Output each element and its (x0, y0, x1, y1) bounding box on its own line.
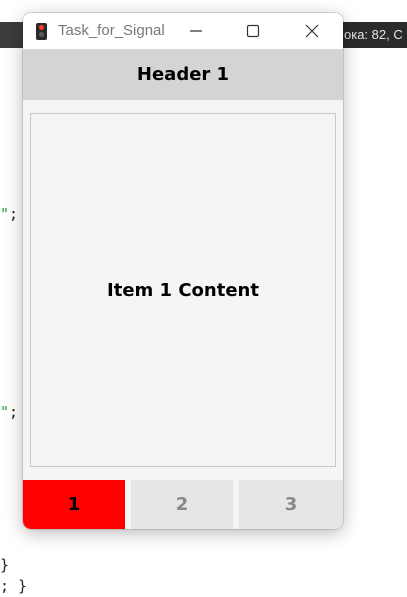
code-line: } (0, 556, 9, 574)
tab-3[interactable]: 3 (239, 480, 343, 529)
content-text: Item 1 Content (107, 279, 259, 301)
code-rest: } (0, 556, 10, 574)
tab-1[interactable]: 1 (23, 480, 125, 529)
code-string: " (0, 205, 10, 223)
code-rest: ; (9, 403, 19, 421)
code-rest: ; } (0, 577, 28, 595)
title-bar[interactable]: Task_for_Signal (23, 13, 343, 49)
tab-bar: 1 2 3 (23, 480, 343, 529)
code-line: "; (0, 205, 18, 223)
minimize-button[interactable] (173, 13, 219, 49)
content-panel: Item 1 Content (30, 113, 336, 467)
code-line: "; (0, 403, 18, 421)
page-header: Header 1 (23, 49, 343, 100)
maximize-button[interactable] (230, 13, 276, 49)
traffic-light-icon (36, 23, 47, 40)
maximize-icon (246, 24, 260, 38)
code-line: ; } (0, 577, 27, 595)
window-title: Task_for_Signal (58, 22, 165, 39)
app-window: Task_for_Signal Header 1 Item 1 Content … (23, 13, 343, 529)
minimize-icon (190, 30, 202, 32)
close-icon (305, 24, 319, 38)
editor-status-text: ока: 82, С (342, 22, 407, 48)
desktop: ока: 82, С "; "; } ; } Task_for_Signal H… (0, 0, 407, 597)
tab-2[interactable]: 2 (131, 480, 233, 529)
code-string: " (0, 403, 10, 421)
code-rest: ; (9, 205, 19, 223)
close-button[interactable] (289, 13, 335, 49)
